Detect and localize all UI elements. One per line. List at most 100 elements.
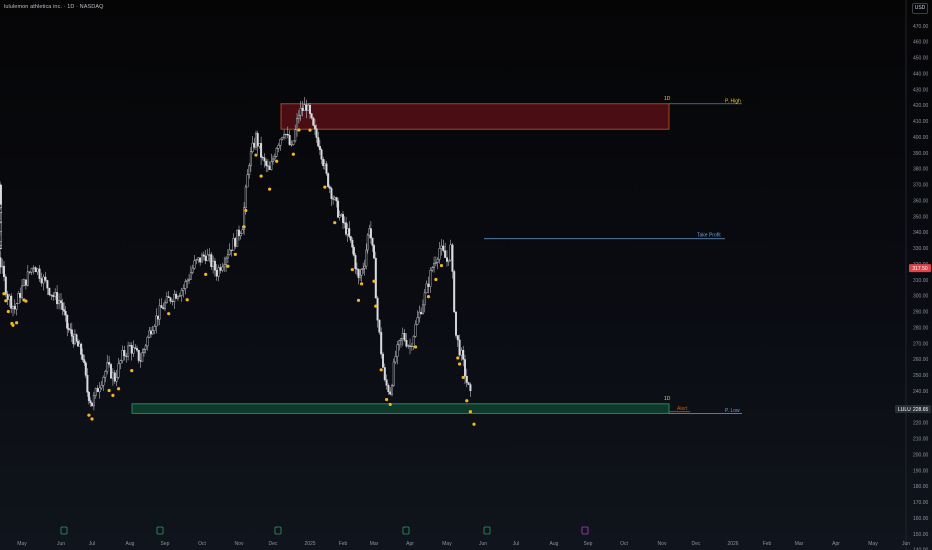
candle-body — [165, 296, 168, 303]
signal-dot — [439, 263, 444, 268]
candle-body — [371, 237, 374, 246]
candle-body — [141, 352, 144, 362]
candle-body — [58, 300, 61, 305]
signal-dot — [4, 299, 8, 303]
candle-body — [414, 324, 417, 337]
y-tick-label: 150.00 — [913, 532, 929, 538]
signal-dot — [226, 264, 230, 268]
candle-body — [176, 296, 179, 299]
candle-body — [38, 268, 41, 279]
candle-body — [351, 240, 354, 248]
candle-body — [0, 204, 2, 208]
candle-body — [268, 165, 271, 170]
candle-body — [52, 294, 55, 297]
candle-body — [66, 314, 69, 329]
x-tick-label: Jun — [479, 541, 487, 547]
candle-body — [173, 293, 176, 302]
candle-body — [423, 292, 426, 306]
candle-body — [160, 305, 163, 308]
signal-dot — [426, 295, 431, 299]
candle-body — [265, 160, 268, 166]
candle-body — [92, 395, 95, 407]
candle-body — [6, 293, 9, 300]
candle-body — [409, 345, 412, 347]
candle-body — [34, 267, 37, 273]
candle-body — [21, 285, 24, 298]
candle-body — [210, 254, 213, 267]
candle-body — [323, 163, 326, 166]
candle-body — [113, 372, 116, 382]
signal-dot — [254, 153, 258, 157]
candle-body — [275, 148, 278, 157]
signal-dot — [458, 362, 462, 366]
ma-price-tag-text: 317.50 — [912, 266, 928, 272]
candle-body — [284, 134, 287, 136]
x-tick-label: 2025 — [304, 541, 315, 547]
candle-body — [10, 295, 13, 309]
candle-body — [135, 348, 138, 351]
candle-body — [325, 163, 328, 174]
signal-dot — [204, 272, 208, 276]
x-tick-label: Nov — [235, 541, 244, 547]
candle-body — [117, 363, 120, 378]
candle-body — [460, 349, 463, 356]
candle-body — [266, 165, 269, 167]
candle-body — [125, 355, 128, 357]
candle-body — [24, 279, 27, 286]
candle-body — [226, 254, 229, 259]
price-axis[interactable]: 470.00 460.00 450.00 440.00 430.00 420.00 410.… — [913, 24, 929, 550]
signal-dot — [413, 345, 418, 349]
price-chart[interactable]: 1D P. High Take Profit 1D Alert P. Low 470.00… — [0, 0, 932, 550]
candle-body — [421, 304, 424, 314]
candle-body — [391, 385, 394, 395]
candle-body — [464, 359, 467, 377]
candle-body — [180, 290, 183, 296]
candle-body — [90, 402, 93, 407]
candle-body — [407, 345, 410, 347]
candle-body — [261, 157, 264, 159]
candle-body — [260, 143, 263, 158]
candle-body — [427, 283, 430, 287]
signal-dot — [308, 128, 312, 132]
candle-body — [144, 345, 147, 350]
candle-body — [251, 142, 254, 152]
candle-body — [431, 267, 434, 271]
candle-body — [121, 350, 124, 361]
candle-body — [61, 302, 64, 310]
zone-high-timeframe-label: 1D — [664, 96, 671, 102]
candle-body — [199, 257, 202, 263]
time-axis[interactable]: May Jun Jul Aug Sep Oct Nov Dec 2025 Feb Mar Apr May… — [17, 541, 910, 547]
y-tick-label: 460.00 — [913, 40, 929, 46]
candle-body — [84, 362, 87, 376]
candle-body — [223, 264, 226, 268]
candle-body — [401, 333, 404, 339]
signal-dot — [333, 221, 337, 225]
candle-body — [465, 376, 468, 383]
y-tick-label: 350.00 — [913, 214, 929, 220]
candle-body — [26, 271, 29, 286]
candle-body — [228, 249, 231, 255]
candle-body — [337, 200, 340, 218]
candle-body — [455, 311, 458, 336]
candle-body — [458, 339, 461, 356]
candle-body — [50, 294, 53, 296]
candle-body — [13, 305, 16, 310]
signal-dot — [107, 388, 111, 393]
signal-dot — [374, 304, 378, 308]
y-tick-label: 420.00 — [913, 103, 929, 109]
candle-body — [163, 302, 166, 310]
candle-body — [376, 297, 379, 321]
chart-stage[interactable]: lululemon athletica inc. · 1D · NASDAQ U… — [0, 0, 932, 550]
candle-body — [86, 375, 89, 393]
candle-body — [385, 379, 388, 386]
candle-body — [208, 254, 211, 256]
x-tick-label: 2026 — [727, 541, 738, 547]
candle-body — [410, 345, 413, 347]
candle-body — [438, 248, 441, 260]
candle-body — [44, 276, 47, 281]
candle-body — [200, 254, 203, 263]
signal-dots-layer — [2, 128, 476, 426]
candle-body — [0, 222, 2, 232]
candle-body — [54, 292, 57, 297]
candle-body — [234, 238, 237, 247]
